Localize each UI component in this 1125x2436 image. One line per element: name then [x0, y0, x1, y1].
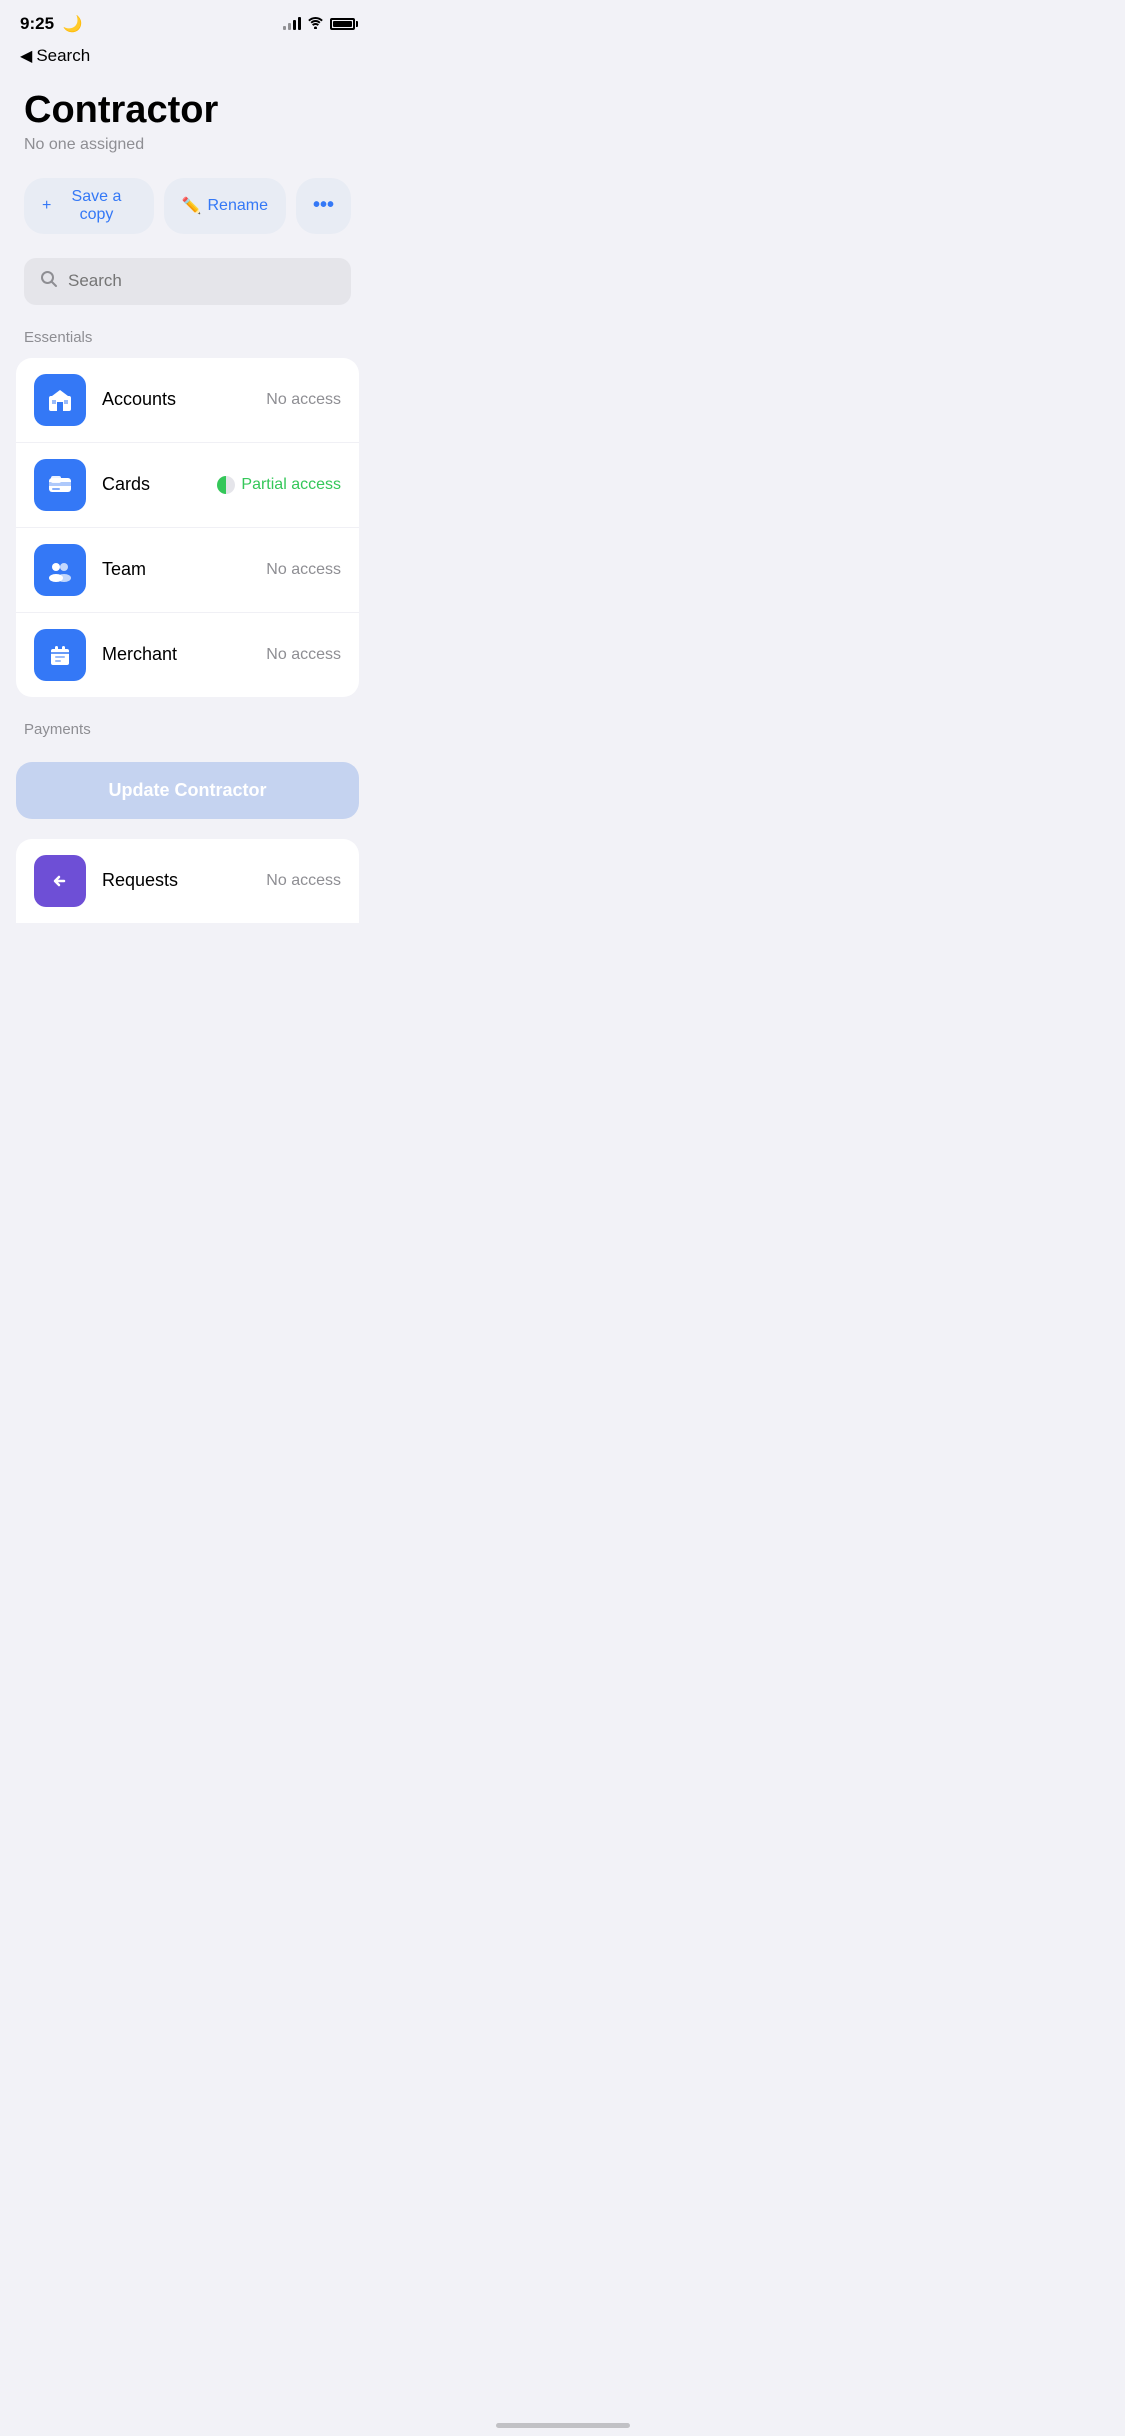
requests-label: Requests: [102, 870, 266, 891]
list-item-team[interactable]: Team No access: [16, 528, 359, 613]
status-time: 9:25 🌙: [20, 14, 83, 34]
partial-icon: [217, 476, 235, 494]
cards-partial-label: Partial access: [241, 476, 341, 494]
team-access-status: No access: [266, 561, 341, 579]
status-bar: 9:25 🌙: [0, 0, 375, 42]
back-arrow-icon: ◀: [20, 46, 32, 66]
page-title: Contractor: [24, 90, 351, 132]
update-contractor-button[interactable]: Update Contractor: [16, 762, 359, 819]
more-label: •••: [313, 194, 334, 217]
accounts-icon: [34, 374, 86, 426]
rename-label: Rename: [208, 197, 268, 215]
search-container: [0, 250, 375, 321]
status-icons: [283, 16, 355, 32]
save-copy-button[interactable]: + Save a copy: [24, 178, 154, 234]
home-indicator: [496, 2423, 630, 2428]
list-item-merchant[interactable]: Merchant No access: [16, 613, 359, 697]
page-header: Contractor No one assigned: [0, 74, 375, 162]
search-icon: [40, 270, 58, 293]
merchant-access-status: No access: [266, 646, 341, 664]
back-search-button[interactable]: ◀ Search: [20, 46, 90, 66]
cards-label: Cards: [102, 474, 217, 495]
team-label: Team: [102, 559, 266, 580]
cards-access-status: Partial access: [217, 476, 341, 494]
team-icon: [34, 544, 86, 596]
essentials-list: Accounts No access Cards Partial access: [16, 358, 359, 697]
essentials-section-label: Essentials: [0, 321, 375, 354]
update-btn-container: Update Contractor: [0, 746, 375, 835]
list-item-requests[interactable]: Requests No access: [16, 839, 359, 923]
save-copy-label: Save a copy: [57, 188, 135, 224]
pencil-icon: ✏️: [182, 196, 202, 216]
payments-section-label: Payments: [0, 713, 375, 746]
list-item-cards[interactable]: Cards Partial access: [16, 443, 359, 528]
search-bar[interactable]: [24, 258, 351, 305]
battery-icon: [330, 18, 355, 30]
accounts-label: Accounts: [102, 389, 266, 410]
requests-access-status: No access: [266, 872, 341, 890]
list-item-accounts[interactable]: Accounts No access: [16, 358, 359, 443]
wifi-icon: [307, 16, 324, 32]
merchant-icon: [34, 629, 86, 681]
plus-icon: +: [42, 197, 51, 215]
back-label: Search: [36, 46, 90, 66]
page-subtitle: No one assigned: [24, 136, 351, 154]
action-buttons: + Save a copy ✏️ Rename •••: [0, 162, 375, 250]
nav-back[interactable]: ◀ Search: [0, 42, 375, 74]
signal-bars-icon: [283, 18, 301, 30]
accounts-access-status: No access: [266, 391, 341, 409]
more-button[interactable]: •••: [296, 178, 351, 234]
search-input[interactable]: [68, 271, 335, 291]
requests-icon: [34, 855, 86, 907]
cards-icon: [34, 459, 86, 511]
merchant-label: Merchant: [102, 644, 266, 665]
moon-icon: 🌙: [63, 16, 83, 33]
rename-button[interactable]: ✏️ Rename: [164, 178, 286, 234]
